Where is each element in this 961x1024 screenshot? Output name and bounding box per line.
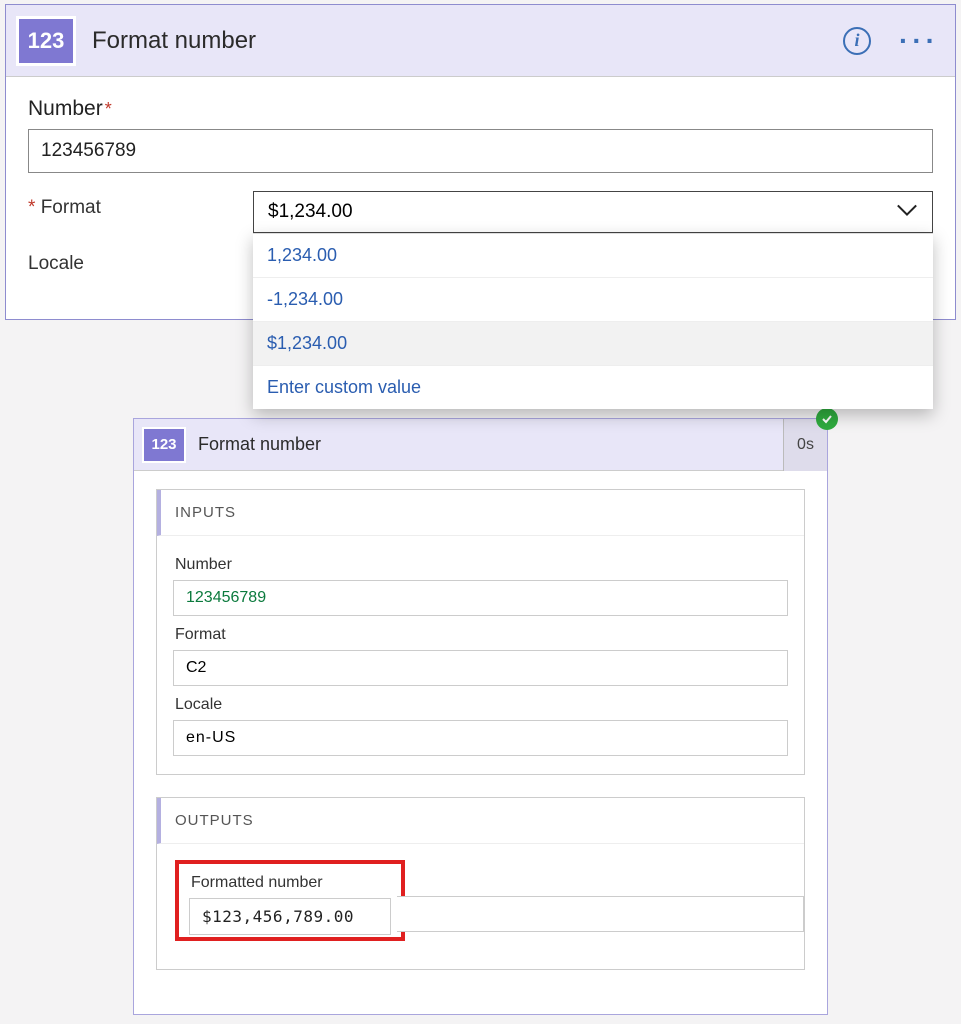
format-field-row: Format $1,234.00 1,234.00 -1,234.00 $1,2… — [28, 191, 933, 233]
outputs-formatted-value: $123,456,789.00 — [189, 898, 391, 935]
format-option-plain[interactable]: 1,234.00 — [253, 234, 933, 278]
number-icon: 123 — [16, 16, 76, 66]
result-title: Format number — [198, 434, 783, 455]
inputs-section: INPUTS Number 123456789 Format C2 Locale… — [156, 489, 805, 775]
chevron-down-icon — [896, 201, 918, 223]
inputs-title: INPUTS — [157, 490, 804, 536]
format-option-custom[interactable]: Enter custom value — [253, 366, 933, 409]
format-number-config-card: 123 Format number i ··· Number* Format $… — [5, 4, 956, 320]
number-input[interactable] — [28, 129, 933, 173]
more-actions-icon[interactable]: ··· — [899, 36, 939, 46]
formatted-number-highlight: Formatted number $123,456,789.00 — [175, 860, 405, 941]
format-option-currency[interactable]: $1,234.00 — [253, 322, 933, 366]
format-option-negative[interactable]: -1,234.00 — [253, 278, 933, 322]
locale-label: Locale — [28, 247, 253, 275]
inputs-number-value: 123456789 — [173, 580, 788, 616]
outputs-section: OUTPUTS Formatted number $123,456,789.00 — [156, 797, 805, 970]
format-selected-value: $1,234.00 — [268, 201, 353, 223]
number-icon: 123 — [142, 427, 186, 463]
format-dropdown: 1,234.00 -1,234.00 $1,234.00 Enter custo… — [253, 233, 933, 409]
outputs-title: OUTPUTS — [157, 798, 804, 844]
format-number-result-card: 123 Format number 0s INPUTS Number 12345… — [133, 418, 828, 1015]
success-check-icon — [816, 408, 838, 430]
inputs-locale-label: Locale — [175, 696, 788, 714]
inputs-format-label: Format — [175, 626, 788, 644]
card-header: 123 Format number i ··· — [6, 5, 955, 77]
format-label: Format — [28, 191, 253, 219]
inputs-locale-value: en-US — [173, 720, 788, 756]
outputs-formatted-label: Formatted number — [191, 874, 391, 892]
formatted-value-box-extended — [397, 896, 804, 932]
info-icon[interactable]: i — [843, 27, 871, 55]
format-select[interactable]: $1,234.00 — [253, 191, 933, 233]
inputs-format-value: C2 — [173, 650, 788, 686]
result-header[interactable]: 123 Format number 0s — [134, 419, 827, 471]
inputs-number-label: Number — [175, 556, 788, 574]
number-label: Number* — [28, 97, 933, 121]
card-title: Format number — [92, 27, 843, 55]
